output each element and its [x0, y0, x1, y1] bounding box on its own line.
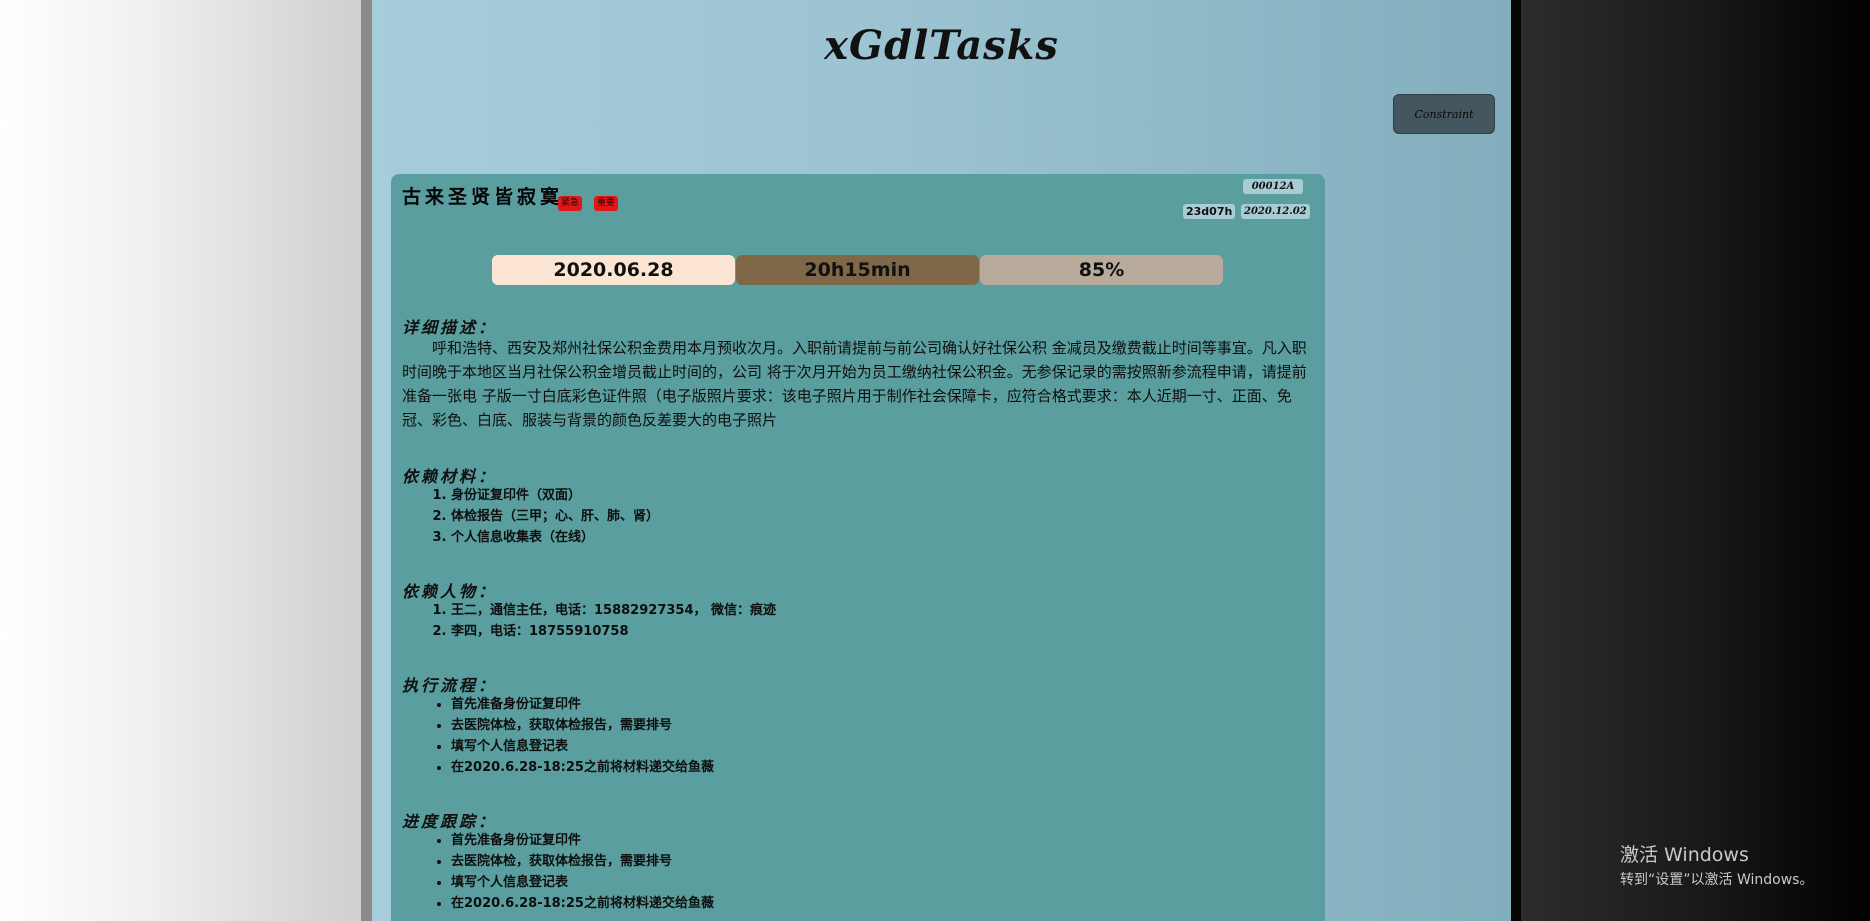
duration-chip: 20h15min: [736, 255, 979, 285]
app-title: xGdlTasks: [824, 22, 1059, 69]
description-section: 详细描述： 呼和浩特、西安及郑州社保公积金费用本月预收次月。入职前请提前与前公司…: [402, 314, 1307, 432]
main-panel: xGdlTasks Constraint 古来圣贤皆寂寞 紧急 重要 00012…: [372, 0, 1511, 921]
due-date-chip: 2020.06.28: [492, 255, 735, 285]
description-text: 呼和浩特、西安及郑州社保公积金费用本月预收次月。入职前请提前与前公司确认好社保公…: [402, 339, 1307, 429]
materials-heading: 依赖材料：: [402, 467, 498, 486]
task-card[interactable]: 古来圣贤皆寂寞 紧急 重要 00012A 23d07h 2020.12.02 2…: [391, 174, 1325, 921]
right-backdrop: [1521, 0, 1870, 921]
list-item: 填写个人信息登记表: [451, 872, 1307, 893]
list-item: 去医院体检，获取体检报告，需要排号: [451, 715, 1307, 736]
task-title: 古来圣贤皆寂寞: [402, 186, 564, 208]
description-heading: 详细描述：: [402, 318, 498, 337]
list-item: 去医院体检，获取体检报告，需要排号: [451, 851, 1307, 872]
process-heading: 执行流程：: [402, 676, 498, 695]
materials-list: 身份证复印件（双面） 体检报告（三甲；心、肝、肺、肾） 个人信息收集表（在线）: [402, 485, 1307, 548]
constraint-button[interactable]: Constraint: [1393, 94, 1495, 134]
list-item: 个人信息收集表（在线）: [451, 527, 1307, 548]
created-date-badge: 2020.12.02: [1241, 204, 1310, 219]
progress-chip: 85%: [980, 255, 1223, 285]
list-item: 身份证复印件（双面）: [451, 485, 1307, 506]
list-item: 在2020.6.28-18:25之前将材料递交给鱼薇: [451, 893, 1307, 914]
people-section: 依赖人物： 王二，通信主任，电话：15882927354， 微信：痕迹 李四，电…: [402, 578, 1307, 642]
tracking-heading: 进度跟踪：: [402, 812, 498, 831]
list-item: 填写个人信息登记表: [451, 736, 1307, 757]
watermark-title: 激活 Windows: [1620, 844, 1749, 866]
list-item: 在2020.6.28-18:25之前将材料递交给鱼薇: [451, 757, 1307, 778]
tracking-section: 进度跟踪： 首先准备身份证复印件 去医院体检，获取体检报告，需要排号 填写个人信…: [402, 808, 1307, 914]
tag-important: 重要: [594, 196, 619, 211]
materials-section: 依赖材料： 身份证复印件（双面） 体检报告（三甲；心、肝、肺、肾） 个人信息收集…: [402, 463, 1307, 548]
left-backdrop: [0, 0, 361, 921]
list-item: 首先准备身份证复印件: [451, 830, 1307, 851]
task-id-badge: 00012A: [1243, 179, 1303, 194]
process-section: 执行流程： 首先准备身份证复印件 去医院体检，获取体检报告，需要排号 填写个人信…: [402, 672, 1307, 778]
task-stats: 2020.06.28 20h15min 85%: [492, 255, 1223, 285]
tracking-list: 首先准备身份证复印件 去医院体检，获取体检报告，需要排号 填写个人信息登记表 在…: [402, 830, 1307, 914]
remaining-time-badge: 23d07h: [1183, 204, 1236, 219]
people-heading: 依赖人物：: [402, 582, 498, 601]
people-list: 王二，通信主任，电话：15882927354， 微信：痕迹 李四，电话：1875…: [402, 600, 1307, 642]
list-item: 体检报告（三甲；心、肝、肺、肾）: [451, 506, 1307, 527]
list-item: 李四，电话：18755910758: [451, 621, 1307, 642]
left-border: [361, 0, 372, 921]
process-list: 首先准备身份证复印件 去医院体检，获取体检报告，需要排号 填写个人信息登记表 在…: [402, 694, 1307, 778]
windows-activation-watermark: 激活 Windows 转到“设置”以激活 Windows。: [1620, 840, 1813, 889]
list-item: 王二，通信主任，电话：15882927354， 微信：痕迹: [451, 600, 1307, 621]
list-item: 首先准备身份证复印件: [451, 694, 1307, 715]
tag-urgent: 紧急: [558, 196, 583, 211]
watermark-subtitle: 转到“设置”以激活 Windows。: [1620, 872, 1814, 888]
right-border: [1511, 0, 1521, 921]
